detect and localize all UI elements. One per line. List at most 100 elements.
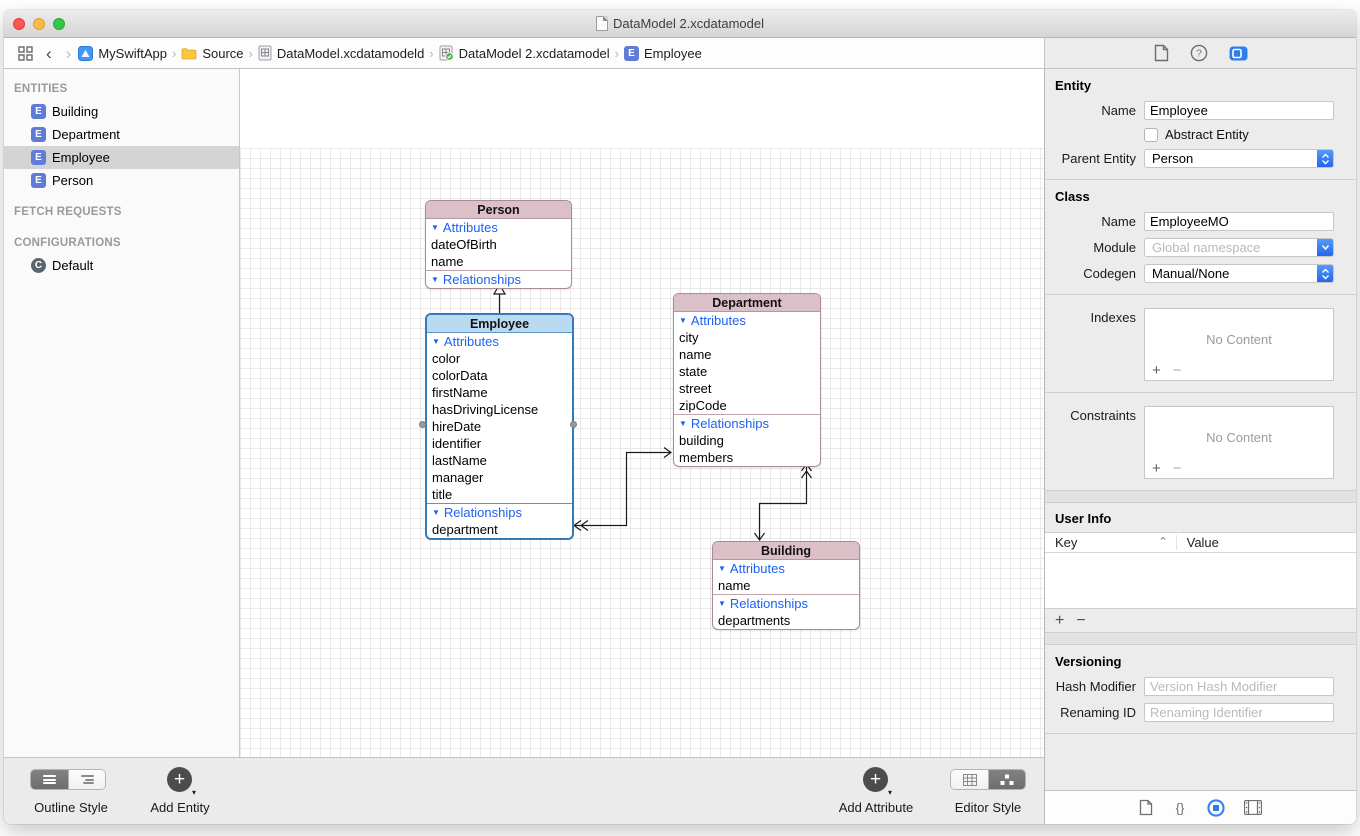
attribute-row[interactable]: name bbox=[426, 253, 571, 270]
user-info-table-body[interactable] bbox=[1045, 553, 1356, 609]
version-inspector-tab[interactable] bbox=[1244, 800, 1262, 815]
attribute-row[interactable]: lastName bbox=[427, 452, 572, 469]
quick-help-tab[interactable]: {} bbox=[1172, 800, 1188, 816]
outline-style-hierarchical-button[interactable] bbox=[68, 770, 105, 789]
key-column-header[interactable]: Key bbox=[1055, 535, 1077, 550]
abstract-entity-checkbox[interactable] bbox=[1144, 128, 1158, 142]
entity-box-title[interactable]: Employee bbox=[427, 315, 572, 333]
relationship-row[interactable]: departments bbox=[713, 612, 859, 629]
entity-box-person[interactable]: Person ▼ Attributes dateOfBirthname ▼ Re… bbox=[425, 200, 572, 289]
close-button[interactable] bbox=[13, 18, 25, 30]
relationships-section-header[interactable]: ▼ Relationships bbox=[426, 270, 571, 288]
minimize-button[interactable] bbox=[33, 18, 45, 30]
sidebar-item-building[interactable]: E Building bbox=[4, 100, 239, 123]
entity-box-title[interactable]: Building bbox=[713, 542, 859, 560]
help-button[interactable]: ? bbox=[1190, 44, 1208, 62]
attributes-section-header[interactable]: ▼ Attributes bbox=[713, 560, 859, 577]
entity-box-title[interactable]: Department bbox=[674, 294, 820, 312]
user-info-table-header: Key ⌃ Value bbox=[1045, 532, 1356, 553]
entity-box-employee[interactable]: Employee ▼ Attributes colorcolorDatafirs… bbox=[425, 313, 574, 540]
breadcrumb-datamodeld[interactable]: DataModel.xcdatamodeld bbox=[258, 45, 424, 61]
attributes-section-header[interactable]: ▼ Attributes bbox=[427, 333, 572, 350]
constraints-remove-button[interactable]: − bbox=[1173, 460, 1182, 477]
renaming-id-field[interactable] bbox=[1144, 703, 1334, 722]
configurations-header: CONFIGURATIONS bbox=[4, 233, 239, 254]
breadcrumb-entity[interactable]: E Employee bbox=[624, 46, 702, 61]
breadcrumb-datamodel-version[interactable]: DataModel 2.xcdatamodel bbox=[439, 45, 610, 61]
attribute-row[interactable]: name bbox=[713, 577, 859, 594]
disclosure-triangle-icon: ▼ bbox=[431, 276, 439, 284]
breadcrumb: ‹ › MySwiftApp › Source › DataModel.xcda… bbox=[4, 38, 1044, 68]
attribute-row[interactable]: title bbox=[427, 486, 572, 503]
relationships-section-header[interactable]: ▼ Relationships bbox=[674, 414, 820, 432]
constraints-section: Constraints No Content + − bbox=[1045, 393, 1356, 491]
back-button[interactable]: ‹ bbox=[39, 45, 59, 62]
constraints-table[interactable]: No Content + − bbox=[1144, 406, 1334, 479]
class-name-field[interactable] bbox=[1144, 212, 1334, 231]
relationship-row[interactable]: members bbox=[674, 449, 820, 466]
sidebar-item-person[interactable]: E Person bbox=[4, 169, 239, 192]
parent-entity-popup[interactable]: Person bbox=[1144, 149, 1334, 168]
selection-handle-left[interactable] bbox=[419, 421, 426, 428]
attribute-row[interactable]: firstName bbox=[427, 384, 572, 401]
attribute-row[interactable]: identifier bbox=[427, 435, 572, 452]
user-info-remove-button[interactable]: − bbox=[1076, 612, 1085, 630]
hash-modifier-field[interactable] bbox=[1144, 677, 1334, 696]
add-attribute-button[interactable]: + bbox=[863, 767, 888, 792]
codegen-popup[interactable]: Manual/None bbox=[1144, 264, 1334, 283]
attribute-row[interactable]: name bbox=[674, 346, 820, 363]
entities-header: ENTITIES bbox=[4, 79, 239, 100]
model-diagram-canvas[interactable]: Person ▼ Attributes dateOfBirthname ▼ Re… bbox=[240, 69, 1044, 757]
breadcrumb-separator: › bbox=[244, 46, 258, 61]
breadcrumb-project[interactable]: MySwiftApp bbox=[78, 46, 167, 61]
attribute-row[interactable]: dateOfBirth bbox=[426, 236, 571, 253]
attribute-row[interactable]: city bbox=[674, 329, 820, 346]
sidebar-item-department[interactable]: E Department bbox=[4, 123, 239, 146]
entity-box-title[interactable]: Person bbox=[426, 201, 571, 219]
related-items-icon[interactable] bbox=[18, 46, 33, 61]
selection-handle-right[interactable] bbox=[570, 421, 577, 428]
relationships-label: Relationships bbox=[730, 595, 808, 612]
attribute-row[interactable]: zipCode bbox=[674, 397, 820, 414]
file-inspector-tab[interactable] bbox=[1139, 799, 1153, 816]
attribute-row[interactable]: colorData bbox=[427, 367, 572, 384]
constraints-add-button[interactable]: + bbox=[1152, 460, 1161, 477]
outline-style-flat-button[interactable] bbox=[31, 770, 68, 789]
document-icon bbox=[596, 16, 608, 31]
indexes-table[interactable]: No Content + − bbox=[1144, 308, 1334, 381]
attribute-row[interactable]: hireDate bbox=[427, 418, 572, 435]
relationships-section-header[interactable]: ▼ Relationships bbox=[427, 503, 572, 521]
relationship-row[interactable]: building bbox=[674, 432, 820, 449]
disclosure-triangle-icon: ▼ bbox=[432, 338, 440, 346]
forward-button[interactable]: › bbox=[59, 45, 79, 62]
entity-box-department[interactable]: Department ▼ Attributes citynamestatestr… bbox=[673, 293, 821, 467]
indexes-remove-button[interactable]: − bbox=[1173, 362, 1182, 379]
breadcrumb-folder[interactable]: Source bbox=[181, 46, 243, 61]
editor-style-graph-button[interactable] bbox=[988, 770, 1025, 789]
indexes-add-button[interactable]: + bbox=[1152, 362, 1161, 379]
relationship-row[interactable]: department bbox=[427, 521, 572, 538]
user-info-add-button[interactable]: + bbox=[1055, 612, 1064, 630]
attributes-section-header[interactable]: ▼ Attributes bbox=[674, 312, 820, 329]
attribute-row[interactable]: street bbox=[674, 380, 820, 397]
attribute-row[interactable]: state bbox=[674, 363, 820, 380]
data-model-inspector-tab[interactable] bbox=[1207, 799, 1225, 817]
inspector-toggle-button[interactable] bbox=[1229, 46, 1248, 61]
attribute-row[interactable]: hasDrivingLicense bbox=[427, 401, 572, 418]
entity-name-field[interactable] bbox=[1144, 101, 1334, 120]
attribute-row[interactable]: manager bbox=[427, 469, 572, 486]
value-column-header[interactable]: Value bbox=[1176, 535, 1356, 550]
relationships-section-header[interactable]: ▼ Relationships bbox=[713, 594, 859, 612]
sidebar-item-default-configuration[interactable]: C Default bbox=[4, 254, 239, 277]
add-entity-button[interactable]: + bbox=[167, 767, 192, 792]
file-icon-button[interactable] bbox=[1154, 44, 1169, 62]
sidebar-item-employee[interactable]: E Employee bbox=[4, 146, 239, 169]
zoom-button[interactable] bbox=[53, 18, 65, 30]
editor-style-table-button[interactable] bbox=[951, 770, 988, 789]
app-project-icon bbox=[78, 46, 93, 61]
attributes-section-header[interactable]: ▼ Attributes bbox=[426, 219, 571, 236]
entity-box-building[interactable]: Building ▼ Attributes name ▼ Relationshi… bbox=[712, 541, 860, 630]
module-combobox[interactable]: Global namespace bbox=[1144, 238, 1334, 257]
add-entity-label: Add Entity bbox=[135, 800, 225, 815]
attribute-row[interactable]: color bbox=[427, 350, 572, 367]
